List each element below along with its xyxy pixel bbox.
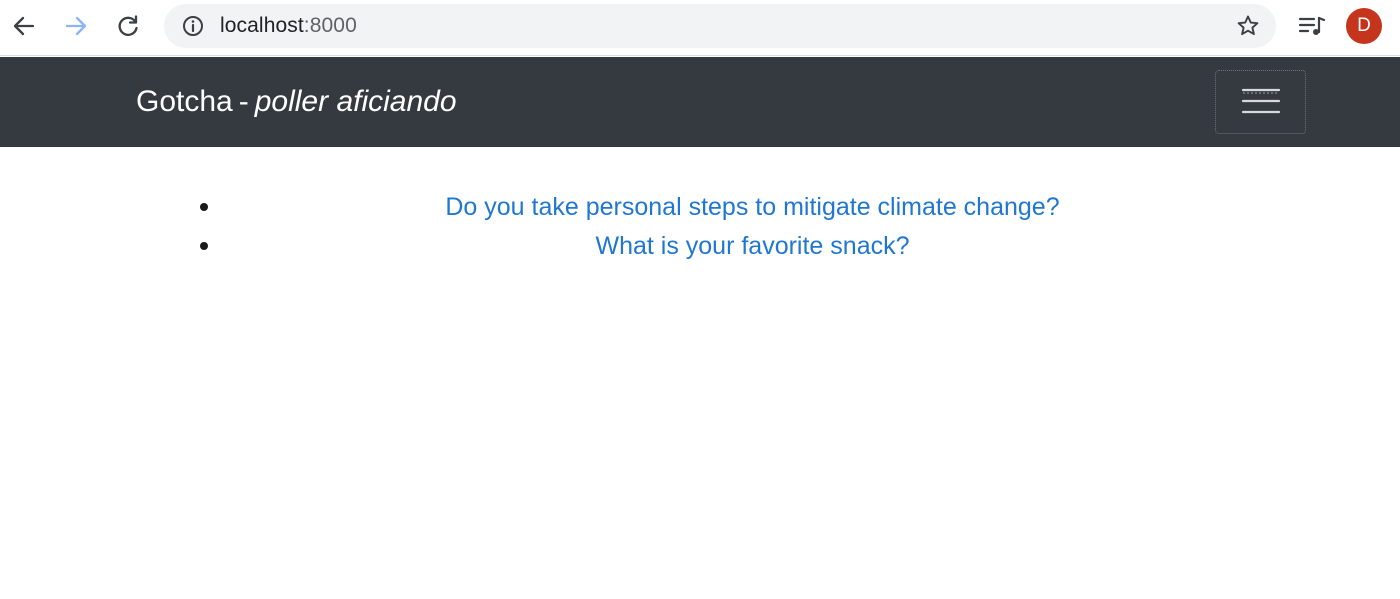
poll-link[interactable]: Do you take personal steps to mitigate c… [445, 193, 1059, 221]
url-host: localhost [220, 14, 304, 37]
poll-list-section: Do you take personal steps to mitigate c… [0, 186, 1400, 264]
reload-button[interactable] [110, 8, 146, 44]
profile-avatar[interactable]: D [1346, 8, 1382, 44]
media-queue-icon [1298, 16, 1326, 35]
back-button[interactable] [6, 8, 42, 44]
bullet-icon [200, 203, 208, 211]
brand-name: Gotcha [136, 85, 233, 118]
bullet-icon [200, 242, 208, 250]
brand-separator: - [238, 85, 249, 118]
site-navbar: Gotcha - poller aficiando [0, 57, 1400, 147]
poll-link[interactable]: What is your favorite snack? [595, 232, 909, 260]
reload-icon [118, 15, 138, 36]
hamburger-icon [1241, 88, 1280, 114]
forward-arrow-icon [65, 16, 87, 36]
list-item: Do you take personal steps to mitigate c… [200, 186, 1305, 225]
navbar-toggler-button[interactable] [1215, 70, 1306, 134]
brand-tagline: poller aficiando [254, 85, 457, 118]
list-item: What is your favorite snack? [200, 225, 1305, 264]
url-text[interactable]: localhost:8000 [220, 4, 357, 48]
poll-list: Do you take personal steps to mitigate c… [200, 186, 1305, 264]
browser-toolbar: localhost:8000 D [0, 0, 1400, 56]
navbar-brand[interactable]: Gotcha - poller aficiando [136, 57, 457, 147]
info-icon[interactable] [182, 15, 204, 37]
media-queue-button[interactable] [1294, 8, 1330, 44]
url-port: :8000 [303, 14, 357, 37]
address-bar[interactable]: localhost:8000 [164, 4, 1276, 48]
star-icon[interactable] [1236, 14, 1260, 38]
back-arrow-icon [13, 16, 35, 36]
forward-button[interactable] [58, 8, 94, 44]
